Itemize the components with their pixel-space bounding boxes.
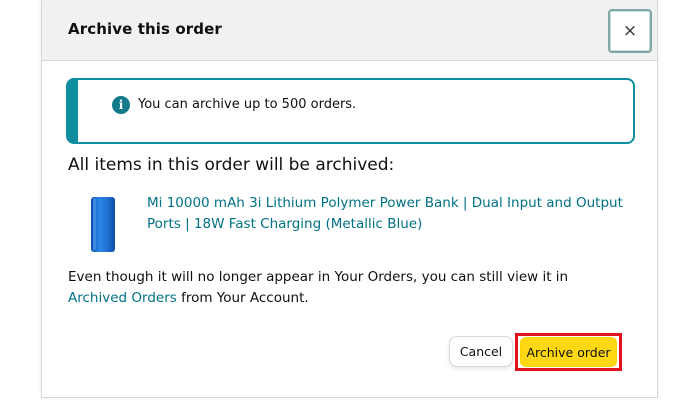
close-button[interactable]: ×	[608, 9, 652, 53]
close-icon: ×	[622, 21, 638, 41]
product-name-link[interactable]: Mi 10000 mAh 3i Lithium Polymer Power Ba…	[147, 193, 627, 235]
archive-info-text: Even though it will no longer appear in …	[68, 267, 628, 309]
power-bank-image[interactable]	[89, 196, 117, 253]
info-icon: i	[112, 96, 130, 114]
archived-orders-link[interactable]: Archived Orders	[68, 290, 177, 306]
alert-text: You can archive up to 500 orders.	[138, 97, 357, 112]
archive-order-dialog: Archive this order × i You can archive u…	[41, 0, 658, 398]
section-heading: All items in this order will be archived…	[68, 155, 395, 175]
dialog-title: Archive this order	[68, 20, 222, 38]
archive-order-button[interactable]: Archive order	[520, 337, 617, 367]
info-text-after: from Your Account.	[176, 290, 309, 306]
dialog-header: Archive this order ×	[42, 0, 657, 61]
info-text-before: Even though it will no longer appear in …	[68, 269, 569, 285]
info-alert: i You can archive up to 500 orders.	[66, 78, 635, 144]
cancel-button[interactable]: Cancel	[449, 336, 513, 367]
page-background: Archive this order × i You can archive u…	[0, 0, 700, 400]
